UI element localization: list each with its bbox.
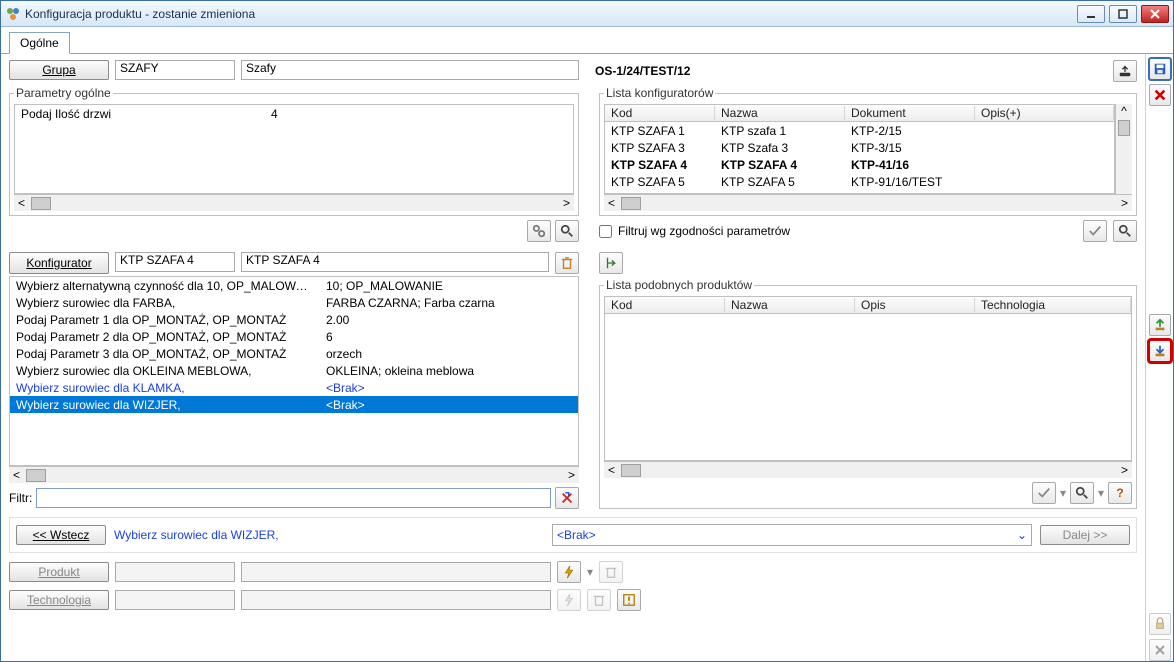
config-row[interactable]: Wybierz surowiec dla OKLEINA MEBLOWA,OKL…: [10, 362, 578, 379]
check-icon[interactable]: [1083, 220, 1107, 242]
titlebar: Konfiguracja produktu - zostanie zmienio…: [1, 1, 1173, 27]
configurators-vscroll[interactable]: ^: [1115, 104, 1132, 194]
filter-input[interactable]: [36, 488, 551, 508]
download-icon[interactable]: [1149, 340, 1171, 362]
config-row[interactable]: Podaj Parametr 3 dla OP_MONTAŻ, OP_MONTA…: [10, 345, 578, 362]
close-button[interactable]: [1141, 5, 1169, 23]
wizard-prompt: Wybierz surowiec dla WIZJER,: [114, 528, 544, 542]
tab-strip: Ogólne: [1, 29, 1173, 53]
technology-button[interactable]: Technologia: [9, 590, 109, 610]
document-code: OS-1/24/TEST/12: [595, 64, 690, 78]
chevron-down-icon: ⌄: [1017, 528, 1027, 542]
close-side-icon[interactable]: [1149, 639, 1171, 661]
configurators-legend: Lista konfiguratorów: [604, 86, 715, 100]
config-row-link[interactable]: Wybierz surowiec dla KLAMKA,<Brak>: [10, 379, 578, 396]
param-row[interactable]: Podaj Ilość drzwi 4: [15, 105, 573, 122]
configurator-code-field[interactable]: KTP SZAFA 4: [115, 252, 235, 272]
product-button[interactable]: Produkt: [9, 562, 109, 582]
config-row[interactable]: Podaj Parametr 1 dla OP_MONTAŻ, OP_MONTA…: [10, 311, 578, 328]
group-name-field[interactable]: Szafy: [241, 60, 579, 80]
configurator-button[interactable]: Konfigurator: [9, 252, 109, 274]
trash-icon: [599, 561, 623, 583]
configurators-header: Kod Nazwa Dokument Opis(+): [605, 105, 1114, 122]
technology-name-field[interactable]: [241, 590, 551, 610]
filter-match-label: Filtruj wg zgodności parametrów: [618, 224, 790, 238]
upload-icon[interactable]: [1149, 314, 1171, 336]
configurators-hscroll[interactable]: < >: [604, 194, 1132, 211]
go-icon[interactable]: [599, 252, 623, 274]
delete-icon[interactable]: [1149, 84, 1171, 106]
help-icon[interactable]: ?: [1108, 482, 1132, 504]
gears-icon[interactable]: [527, 220, 551, 242]
params-scrollbar[interactable]: < >: [14, 194, 574, 211]
lightning-icon[interactable]: [557, 561, 581, 583]
clear-filter-icon[interactable]: [555, 487, 579, 509]
configurator-row[interactable]: KTP SZAFA 3 KTP Szafa 3 KTP-3/15: [605, 139, 1114, 156]
search-icon[interactable]: [555, 220, 579, 242]
save-icon[interactable]: [1149, 58, 1171, 80]
group-button[interactable]: Grupa: [9, 60, 109, 80]
warning-icon[interactable]: [617, 589, 641, 611]
configurator-name-field[interactable]: KTP SZAFA 4: [241, 252, 549, 272]
group-code-field[interactable]: SZAFY: [115, 60, 235, 80]
back-button[interactable]: << Wstecz: [16, 525, 106, 545]
search-icon[interactable]: [1070, 482, 1094, 504]
similar-header: Kod Nazwa Opis Technologia: [605, 297, 1131, 314]
configurator-row-selected[interactable]: KTP SZAFA 4 KTP SZAFA 4 KTP-41/16: [605, 156, 1114, 173]
configurator-row[interactable]: KTP SZAFA 5 KTP SZAFA 5 KTP-91/16/TEST: [605, 173, 1114, 190]
maximize-button[interactable]: [1109, 5, 1137, 23]
product-name-field[interactable]: [241, 562, 551, 582]
export-icon[interactable]: [1113, 60, 1137, 82]
wizard-value-combo[interactable]: <Brak> ⌄: [552, 524, 1032, 546]
filter-match-checkbox[interactable]: [599, 225, 612, 238]
config-row[interactable]: Wybierz surowiec dla FARBA,FARBA CZARNA;…: [10, 294, 578, 311]
trash-icon: [587, 589, 611, 611]
lightning-icon: [557, 589, 581, 611]
general-params-legend: Parametry ogólne: [14, 86, 113, 100]
app-icon: [5, 6, 21, 22]
product-code-field[interactable]: [115, 562, 235, 582]
tab-general[interactable]: Ogólne: [9, 32, 70, 54]
lock-icon[interactable]: [1149, 613, 1171, 635]
trash-icon[interactable]: [555, 252, 579, 274]
technology-code-field[interactable]: [115, 590, 235, 610]
minimize-button[interactable]: [1077, 5, 1105, 23]
filter-label: Filtr:: [9, 491, 32, 505]
config-row[interactable]: Podaj Parametr 2 dla OP_MONTAŻ, OP_MONTA…: [10, 328, 578, 345]
apply-icon[interactable]: [1032, 482, 1056, 504]
next-button[interactable]: Dalej >>: [1040, 525, 1130, 545]
config-hscroll[interactable]: <>: [9, 466, 579, 483]
search-icon[interactable]: [1113, 220, 1137, 242]
config-row-selected[interactable]: Wybierz surowiec dla WIZJER,<Brak>: [10, 396, 578, 413]
similar-hscroll[interactable]: <>: [604, 461, 1132, 478]
configurator-row[interactable]: KTP SZAFA 1 KTP szafa 1 KTP-2/15: [605, 122, 1114, 139]
similar-legend: Lista podobnych produktów: [604, 278, 754, 292]
window-title: Konfiguracja produktu - zostanie zmienio…: [25, 7, 255, 21]
side-toolbar: [1145, 54, 1173, 661]
config-row[interactable]: Wybierz alternatywną czynność dla 10, OP…: [10, 277, 578, 294]
